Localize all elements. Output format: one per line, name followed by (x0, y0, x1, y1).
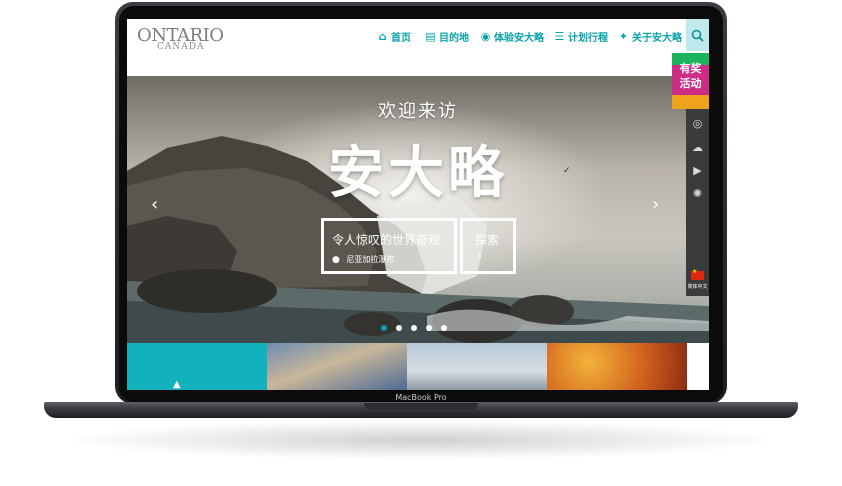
laptop-notch (364, 403, 478, 410)
prev-slide-button[interactable]: ‹ (151, 194, 158, 215)
search-button[interactable] (686, 19, 709, 51)
promo-line-2: 活动 (679, 77, 702, 90)
promo-line-1: 有奖 (679, 62, 702, 75)
feature-title: 令人惊叹的世界奇观 (332, 233, 441, 247)
thumbnail-autumn[interactable] (547, 343, 687, 390)
nav-label: 首页 (391, 32, 411, 44)
china-flag-icon (691, 268, 704, 280)
thumbnail-city[interactable] (407, 343, 547, 390)
nav-item-home[interactable]: ⌂ 首页 (376, 28, 411, 44)
nav-item-experience[interactable]: ◉ 体验安大略 (479, 28, 544, 44)
hero-slider: 欢迎来访 安大略 ✓ ‹ › 令人惊叹的世界奇观 ● 尼亚加拉瀑布 探索 › (127, 76, 709, 343)
nav-label: 计划行程 (568, 32, 608, 44)
nav-label: 目的地 (439, 32, 469, 44)
wechat-icon[interactable]: ☁ (686, 141, 709, 154)
explore-label: 探索 (475, 233, 500, 247)
language-switch[interactable]: 简体中文 (686, 266, 709, 296)
location-pin-icon: ● (332, 255, 340, 265)
search-icon (691, 29, 704, 42)
thumbnail-blank (687, 343, 709, 390)
feature-location: 尼亚加拉瀑布 (346, 255, 395, 264)
nav-label: 体验安大略 (494, 32, 544, 44)
nav-item-plan-trip[interactable]: ☰ 计划行程 (553, 28, 608, 44)
promo-accent-orange (672, 95, 709, 109)
weibo-icon[interactable]: ◎ (686, 117, 709, 130)
home-icon: ⌂ (378, 29, 387, 43)
list-icon: ☰ (554, 29, 565, 43)
site-header: ONTARIO CANADA ⌂ 首页 ▤ 目的地 ◉ 体验安大略 ☰ 计划行程… (127, 19, 709, 76)
language-label: 简体中文 (687, 284, 708, 290)
laptop-screen: ONTARIO CANADA ⌂ 首页 ▤ 目的地 ◉ 体验安大略 ☰ 计划行程… (127, 19, 709, 390)
hero-title: 安大略 (328, 141, 508, 206)
slide-dot[interactable] (381, 325, 387, 331)
slide-indicators (381, 325, 447, 331)
promo-label: 有奖 活动 (672, 61, 709, 91)
bird-silhouette: ✓ (563, 166, 571, 176)
maple-leaf-icon: ✦ (618, 29, 629, 43)
chevron-right-icon: › (477, 249, 483, 264)
slide-dot[interactable] (426, 325, 432, 331)
slide-dot[interactable] (396, 325, 402, 331)
nav-item-about[interactable]: ✦ 关于安大略 (617, 28, 682, 44)
next-slide-button[interactable]: › (652, 194, 659, 215)
nav-item-destinations[interactable]: ▤ 目的地 (424, 28, 469, 44)
slide-dot[interactable] (411, 325, 417, 331)
camera-shutter-icon[interactable]: ✺ (686, 187, 709, 200)
ontario-logo[interactable]: ONTARIO CANADA (137, 25, 224, 52)
feature-card[interactable]: 令人惊叹的世界奇观 ● 尼亚加拉瀑布 (321, 218, 457, 274)
thumbnail-teal[interactable]: ▲ (127, 343, 267, 390)
map-icon: ▤ (425, 29, 436, 43)
device-shadow (60, 420, 782, 460)
slide-dot[interactable] (441, 325, 447, 331)
nav-label: 关于安大略 (632, 32, 682, 44)
play-icon: ▲ (173, 379, 181, 390)
thumbnail-row: ▲ (127, 343, 709, 390)
compass-icon: ◉ (480, 29, 491, 43)
feature-location-row: ● 尼亚加拉瀑布 (332, 254, 394, 265)
thumbnail-sky[interactable] (267, 343, 407, 390)
video-icon[interactable]: ▶ (686, 164, 709, 177)
welcome-text: 欢迎来访 (378, 101, 458, 122)
explore-button[interactable]: 探索 › (460, 218, 516, 274)
device-label: MacBook Pro (395, 393, 447, 402)
